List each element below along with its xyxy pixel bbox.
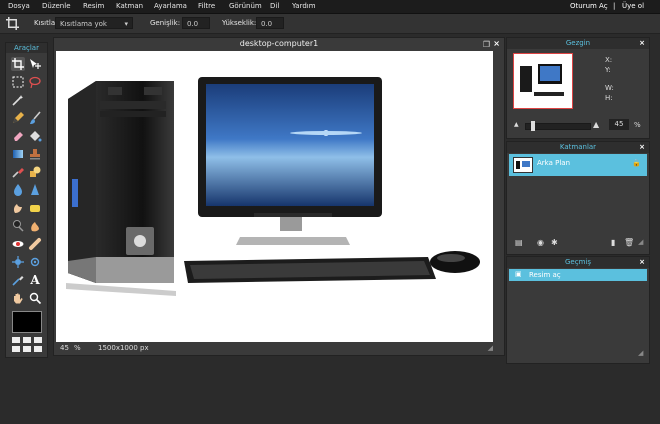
history-close-icon[interactable]: × [639,257,645,268]
pinch-tool-icon[interactable] [28,255,42,269]
constraint-select[interactable]: Kısıtlama yok ▾ [55,17,133,29]
layer-settings-icon[interactable]: ▤ [515,238,523,247]
image-canvas[interactable] [56,51,493,342]
brush-tool-icon[interactable] [28,111,42,125]
delete-layer-icon[interactable]: 🗑 [624,238,634,247]
layer-name: Arka Plan [537,159,571,167]
menu-duzenle[interactable]: Düzenle [42,2,71,10]
history-item-icon: ▣ [515,270,522,278]
sharpen-tool-icon[interactable] [28,183,42,197]
color-picker-tool-icon[interactable] [11,273,25,287]
move-tool-icon[interactable] [28,57,42,71]
restore-window-icon[interactable]: ❐ [483,40,490,49]
menu-dosya[interactable]: Dosya [8,2,30,10]
chevron-down-icon: ▾ [124,20,128,28]
image-status-bar: 45 % 1500x1000 px ◢ [56,343,493,353]
magic-wand-tool-icon[interactable] [11,93,25,107]
drawing-tool-icon[interactable] [28,165,42,179]
zoom-slider[interactable] [525,121,591,131]
menu-gorunum[interactable]: Görünüm [229,2,262,10]
nav-x-label: X: [605,56,613,64]
color-replace-tool-icon[interactable] [11,165,25,179]
clone-stamp-tool-icon[interactable] [28,147,42,161]
nav-h-label: H: [605,94,613,102]
resize-grip-icon[interactable]: ◢ [488,344,493,352]
layers-title: Katmanlar [559,143,597,151]
history-row[interactable]: ▣ Resim aç [509,269,647,281]
options-bar: Kısıtla: Kısıtlama yok ▾ Genişlik: 0.0 Y… [0,14,660,34]
red-eye-tool-icon[interactable] [11,237,25,251]
zoom-tool-icon[interactable] [28,291,42,305]
layer-mask-icon[interactable]: ◉ [537,238,544,247]
menu-yardim[interactable]: Yardım [292,2,316,10]
foreground-color-swatch[interactable] [12,311,42,333]
layer-thumbnail [513,157,533,173]
layers-close-icon[interactable]: × [639,142,645,153]
smudge-tool-icon[interactable] [11,201,25,215]
swatch-grid-icon[interactable] [12,337,42,353]
close-window-icon[interactable]: × [493,39,500,48]
nav-y-label: Y: [605,66,611,74]
lock-icon: 🔒 [632,159,641,167]
menu-dil[interactable]: Dil [270,2,279,10]
login-link[interactable]: Oturum Aç [570,2,608,10]
navigator-panel: Gezgin × X: Y: W: H: ▲ ▲ 45 % [506,37,650,139]
text-tool-icon[interactable]: A [28,273,42,287]
navigator-close-icon[interactable]: × [639,38,645,49]
constraint-value: Kısıtlama yok [60,20,107,28]
image-window: desktop-computer1 ❐ × 45 % 1500x1000 px … [53,37,505,356]
spot-heal-tool-icon[interactable] [28,237,42,251]
image-dimensions: 1500x1000 px [98,344,149,352]
crop-icon [6,17,19,32]
menu-ayarlama[interactable]: Ayarlama [154,2,187,10]
menu-katman[interactable]: Katman [116,2,143,10]
bloat-tool-icon[interactable] [11,255,25,269]
menu-resim[interactable]: Resim [83,2,104,10]
fill-bucket-tool-icon[interactable] [28,129,42,143]
menu-filtre[interactable]: Filtre [198,2,215,10]
menu-bar: Dosya Düzenle Resim Katman Ayarlama Filt… [0,0,660,14]
zoom-value[interactable]: 45 [60,344,69,352]
image-window-title: desktop-computer1 [239,39,319,48]
marquee-tool-icon[interactable] [11,75,25,89]
nav-zoom-input[interactable]: 45 [609,119,629,130]
gradient-tool-icon[interactable] [11,147,25,161]
lasso-tool-icon[interactable] [28,75,42,89]
constraint-label: Kısıtla: [34,19,58,27]
history-item-name: Resim aç [529,271,561,279]
zoom-unit: % [74,344,81,352]
layer-styles-icon[interactable]: ✱ [551,238,558,247]
nav-zoom-unit: % [634,121,641,129]
height-input[interactable]: 0.0 [256,17,284,29]
zoom-in-icon[interactable]: ▲ [593,120,599,129]
width-input[interactable]: 0.0 [182,17,210,29]
history-panel: Geçmiş × ▣ Resim aç ◢ [506,256,650,364]
history-resize-grip-icon[interactable]: ◢ [638,349,643,357]
layers-panel: Katmanlar × Arka Plan 🔒 ▤ ◉ ✱ ▮ 🗑 ◢ [506,141,650,255]
width-label: Genişlik: [150,19,181,27]
tools-title: Araçlar [6,43,47,53]
zoom-out-icon[interactable]: ▲ [514,121,519,128]
new-layer-icon[interactable]: ▮ [611,238,615,247]
computer-photo [66,77,480,296]
hand-tool-icon[interactable] [11,291,25,305]
height-label: Yükseklik: [222,19,257,27]
menu-separator: | [613,2,616,10]
layer-row[interactable]: Arka Plan 🔒 [509,154,647,176]
zoom-slider-knob[interactable] [531,121,535,131]
crop-tool-icon[interactable] [11,57,25,71]
navigator-title: Gezgin [565,39,591,47]
pencil-tool-icon[interactable] [11,111,25,125]
sponge-tool-icon[interactable] [28,201,42,215]
tools-panel: Araçlar A [5,42,48,358]
burn-tool-icon[interactable] [28,219,42,233]
navigator-thumbnail[interactable] [513,53,573,109]
blur-tool-icon[interactable] [11,183,25,197]
nav-w-label: W: [605,84,614,92]
signup-link[interactable]: Üye ol [622,2,644,10]
layers-resize-grip-icon[interactable]: ◢ [638,238,643,246]
eraser-tool-icon[interactable] [11,129,25,143]
history-title: Geçmiş [565,258,591,266]
dodge-tool-icon[interactable] [11,219,25,233]
